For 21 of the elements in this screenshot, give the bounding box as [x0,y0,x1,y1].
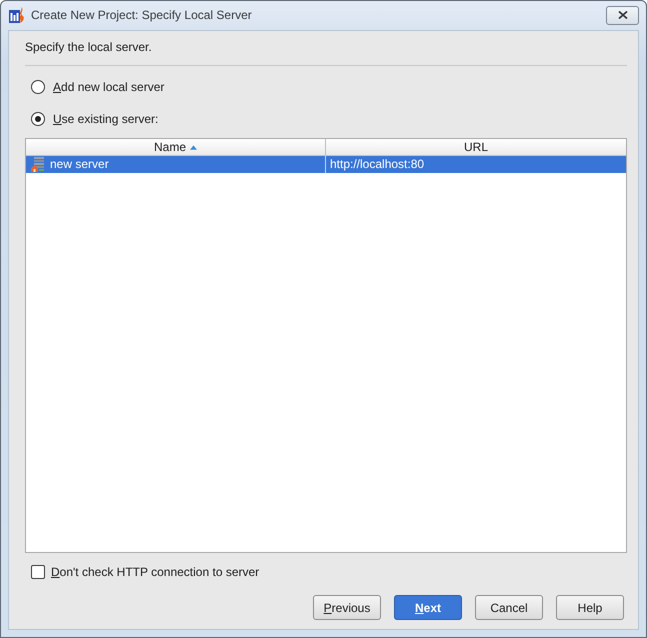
checkbox[interactable] [31,565,45,579]
close-icon [618,11,628,19]
instruction-text: Specify the local server. [25,39,152,55]
table-cell: new server [50,157,109,172]
dialog-button[interactable]: Previous [313,595,381,620]
close-button[interactable] [606,6,639,24]
checkbox-label[interactable]: Don't check HTTP connection to server [51,564,260,580]
dialog-button[interactable]: Cancel [475,595,543,620]
radio-button[interactable] [31,80,45,94]
column-header[interactable]: URL [325,139,626,155]
server-icon [31,157,45,172]
radio-button[interactable] [31,112,45,126]
radio-label[interactable]: Use existing server: [53,111,158,127]
radio-label[interactable]: Add new local server [53,79,164,95]
window-title: Create New Project: Specify Local Server [31,8,253,22]
dialog-button[interactable]: Next [394,595,462,620]
flame-logo-icon [9,7,25,23]
table-row[interactable]: new server http://localhost:80 [26,156,626,173]
dialog-button[interactable]: Help [556,595,624,620]
table-cell: http://localhost:80 [330,157,424,172]
column-header[interactable]: Name [26,139,325,155]
